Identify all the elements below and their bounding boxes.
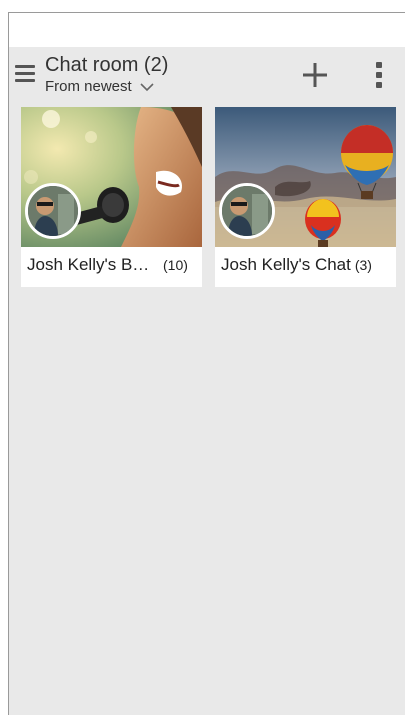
sort-label: From newest	[45, 78, 132, 95]
room-count: (10)	[163, 257, 188, 273]
room-name: Josh Kelly's Chat	[221, 255, 351, 274]
more-vertical-icon[interactable]	[371, 59, 387, 91]
chat-room-card[interactable]: Josh Kelly's Ba… (10)	[21, 107, 202, 287]
room-name: Josh Kelly's Ba…	[27, 255, 157, 274]
room-count: (3)	[354, 257, 372, 273]
room-label: Josh Kelly's Chat (3)	[221, 255, 393, 275]
room-label: Josh Kelly's Ba… (10)	[27, 255, 199, 275]
phone-screen: Chat room (2) From newest Josh Kelly's B…	[8, 12, 405, 715]
sort-dropdown[interactable]: From newest	[45, 78, 168, 96]
avatar	[25, 183, 81, 239]
chat-room-grid: Josh Kelly's Ba… (10) Josh Kelly's Chat …	[9, 107, 405, 715]
status-bar	[9, 13, 405, 47]
page-title: Chat room (2)	[45, 54, 169, 76]
title-block: Chat room (2) From newest	[45, 53, 168, 96]
app-bar: Chat room (2) From newest	[9, 47, 405, 107]
avatar	[219, 183, 275, 239]
plus-icon[interactable]	[299, 59, 331, 91]
hamburger-menu-icon[interactable]	[15, 61, 37, 87]
chevron-down-icon	[140, 83, 154, 92]
chat-room-card[interactable]: Josh Kelly's Chat (3)	[215, 107, 396, 287]
